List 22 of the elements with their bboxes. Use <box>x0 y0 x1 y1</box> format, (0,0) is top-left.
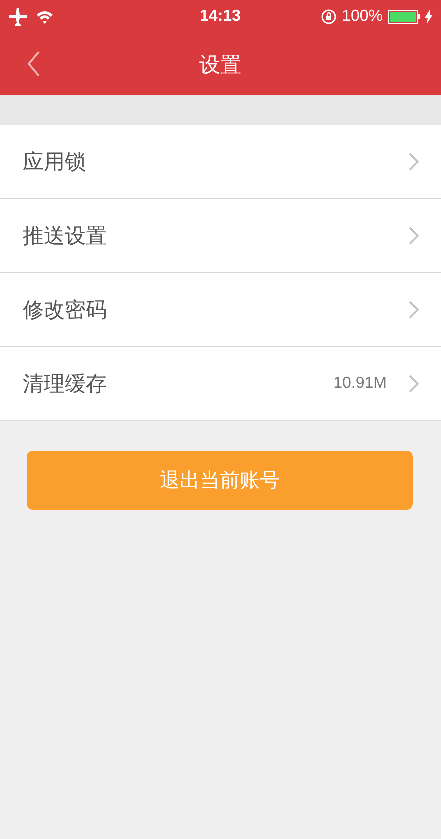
settings-row[interactable]: 修改密码 <box>0 272 441 346</box>
battery-icon <box>388 10 420 24</box>
row-label: 修改密码 <box>23 296 107 324</box>
chevron-right-icon <box>409 226 419 244</box>
settings-row[interactable]: 清理缓存 10.91M <box>0 346 441 420</box>
row-label: 应用锁 <box>23 148 86 176</box>
settings-row[interactable]: 应用锁 <box>0 125 441 198</box>
rotation-lock-icon <box>321 9 338 25</box>
settings-row[interactable]: 推送设置 <box>0 198 441 272</box>
charging-icon <box>425 10 433 24</box>
status-time: 14:13 <box>199 8 242 26</box>
back-icon[interactable] <box>27 51 41 77</box>
row-label: 清理缓存 <box>23 370 107 398</box>
cache-size: 10.91M <box>334 374 387 392</box>
battery-percent: 100% <box>342 8 383 26</box>
row-label: 推送设置 <box>23 222 107 250</box>
chevron-right-icon <box>409 374 419 392</box>
airplane-icon <box>8 8 28 26</box>
chevron-right-icon <box>409 300 419 318</box>
page-title: 设置 <box>200 52 242 78</box>
chevron-right-icon <box>409 152 419 170</box>
wifi-icon <box>36 10 54 24</box>
